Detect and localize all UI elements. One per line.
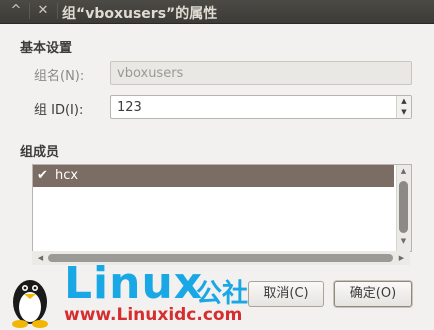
spin-down-icon[interactable]: ▼: [397, 107, 411, 118]
members-heading: 组成员: [20, 145, 60, 160]
group-id-spinner[interactable]: ▲ ▼: [110, 95, 412, 119]
logo-brand-text: Linux: [64, 258, 204, 309]
vertical-scrollbar[interactable]: ▲ ▼: [396, 165, 411, 251]
group-id-input[interactable]: [111, 96, 403, 118]
group-name-label: 组名(N):: [34, 69, 85, 84]
scroll-right-icon[interactable]: ▶: [395, 254, 408, 262]
titlebar: ^ ✕ 组“vboxusers”的属性: [0, 0, 434, 24]
window-title: 组“vboxusers”的属性: [62, 6, 218, 22]
checkbox-checked-icon[interactable]: ✔: [37, 165, 48, 187]
group-name-field: [110, 61, 412, 85]
cancel-button[interactable]: 取消(C): [248, 281, 324, 307]
basic-settings-heading: 基本设置: [20, 41, 73, 56]
members-list[interactable]: ✔ hcx ▲ ▼: [32, 164, 412, 252]
minimize-icon[interactable]: ^: [6, 2, 26, 20]
titlebar-separator: [57, 3, 58, 19]
vertical-scrollbar-thumb[interactable]: [399, 181, 408, 233]
scroll-up-icon[interactable]: ▲: [397, 167, 410, 175]
logo-url-text: www.Linuxidc.com: [64, 305, 243, 325]
list-item[interactable]: ✔ hcx: [33, 165, 394, 187]
titlebar-separator: [29, 3, 30, 19]
ok-button[interactable]: 确定(O): [334, 281, 412, 307]
spin-up-icon[interactable]: ▲: [397, 96, 411, 107]
group-id-label: 组 ID(I):: [34, 103, 84, 118]
scroll-down-icon[interactable]: ▼: [397, 237, 410, 245]
close-icon[interactable]: ✕: [33, 2, 53, 20]
group-properties-dialog: ^ ✕ 组“vboxusers”的属性 基本设置 组名(N): 组 ID(I):…: [0, 0, 434, 330]
spin-buttons: ▲ ▼: [396, 96, 411, 118]
member-name: hcx: [55, 168, 79, 183]
